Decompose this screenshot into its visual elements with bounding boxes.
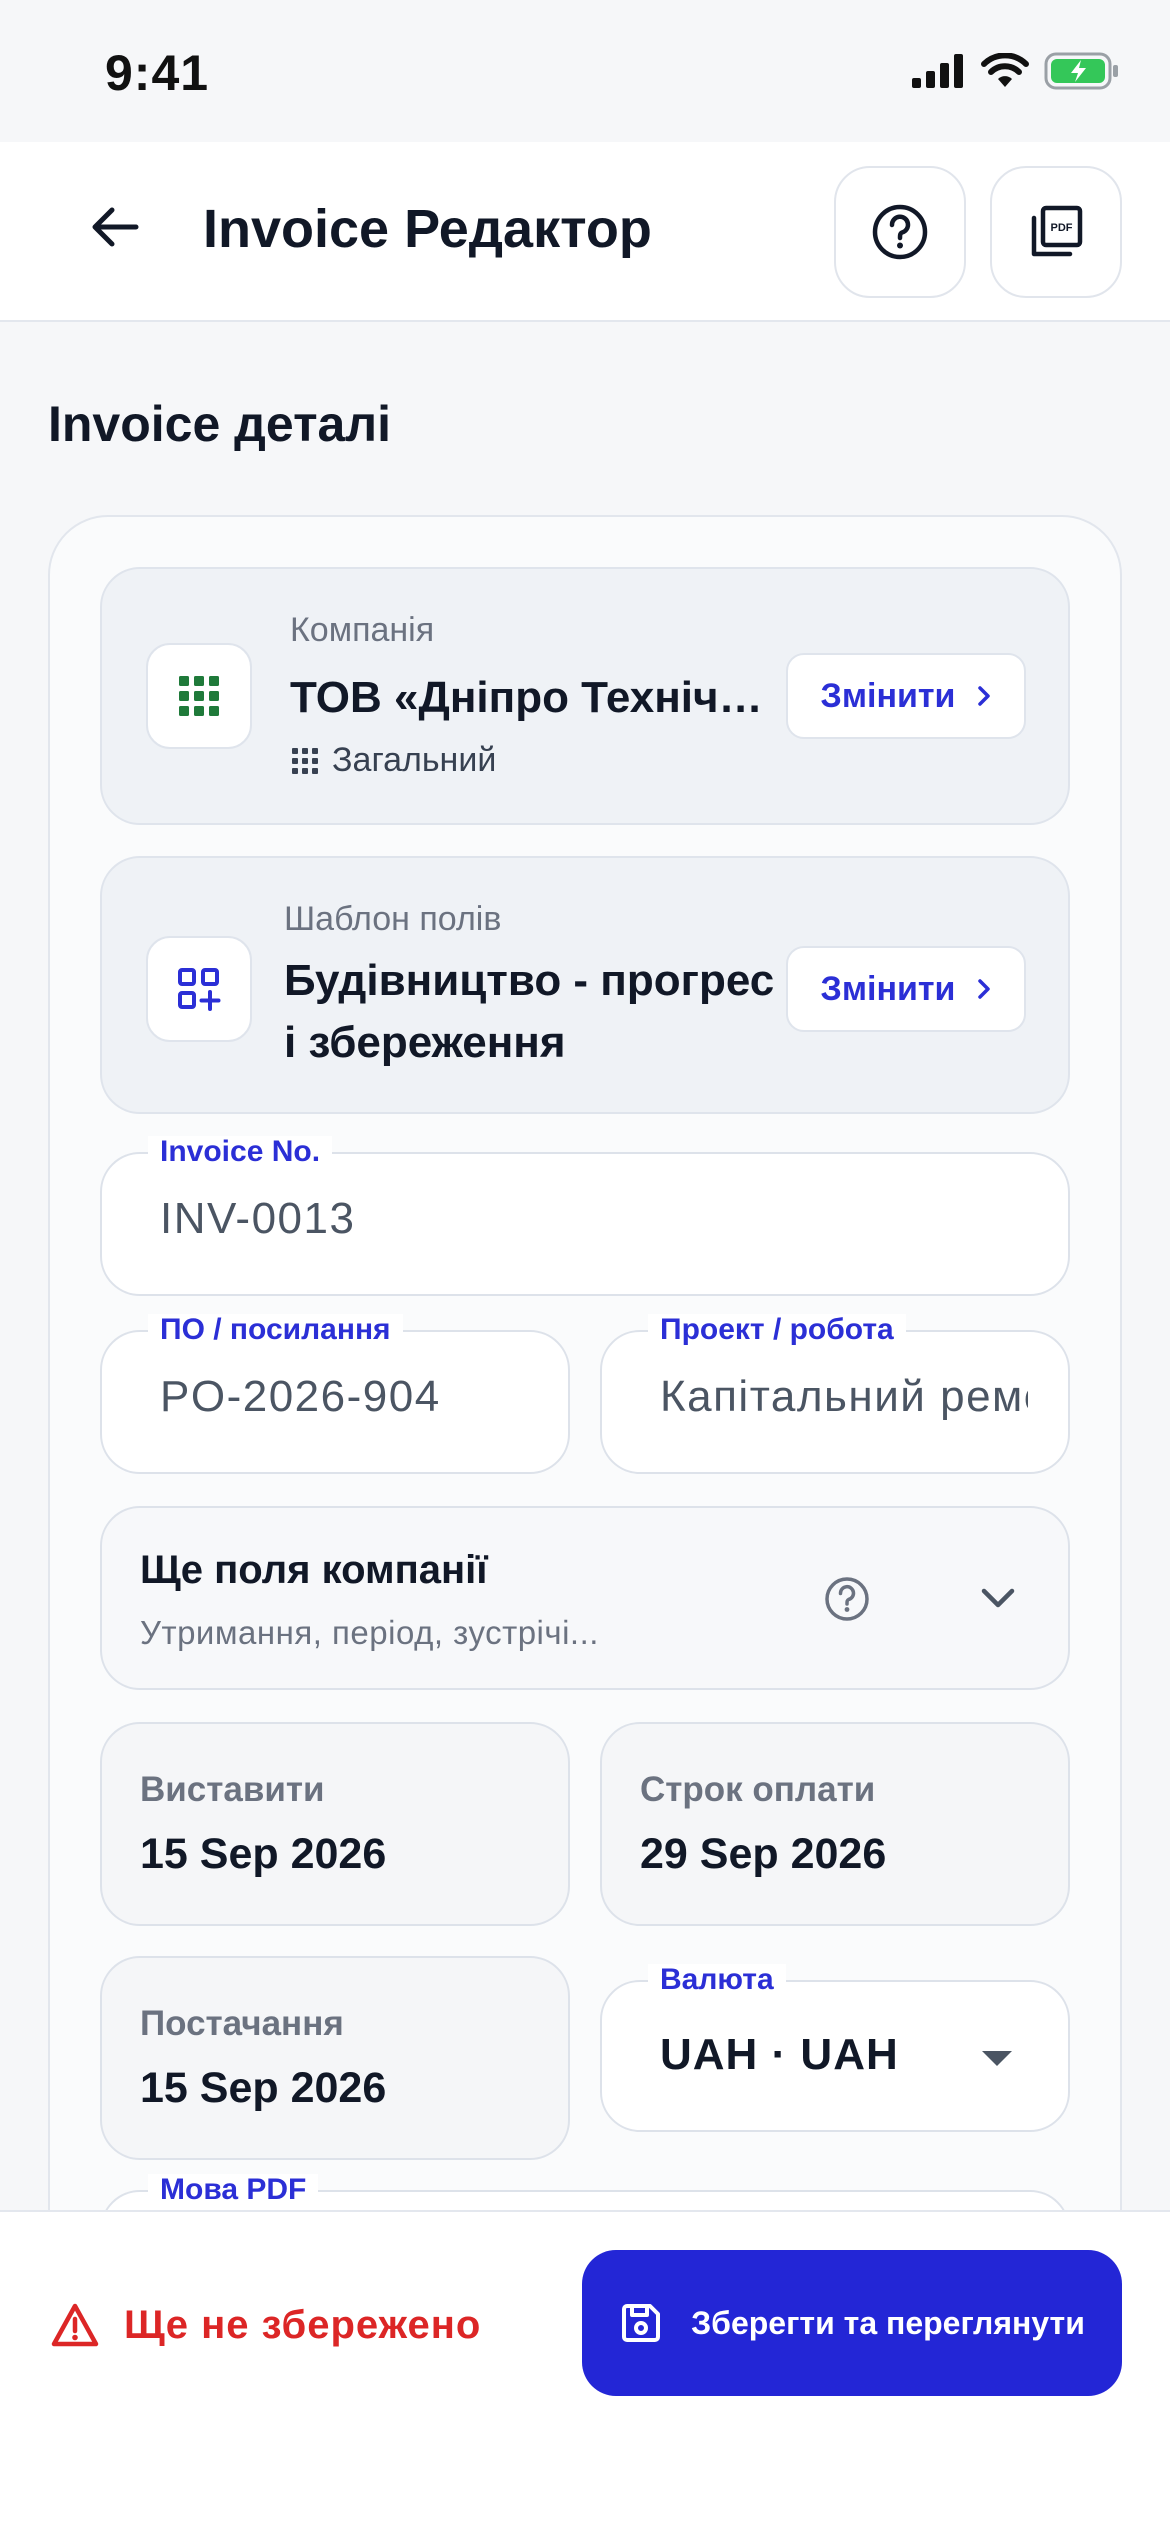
supply-date-label: Постачання xyxy=(140,2004,344,2043)
unsaved-indicator: Ще не збережено xyxy=(50,2302,481,2348)
help-button[interactable] xyxy=(834,166,966,298)
wifi-icon xyxy=(981,53,1029,87)
company-category-label: Загальний xyxy=(332,741,497,779)
status-icons xyxy=(912,52,1120,90)
section-title: Invoice деталі xyxy=(48,396,392,452)
building-grid-icon xyxy=(179,676,219,716)
company-selector: Компанія ТОВ «Дніпро Технічний Сервіс» З… xyxy=(100,567,1070,825)
project-field[interactable]: Проект / робота Капітальний ремонт xyxy=(600,1314,1070,1474)
page-title: Invoice Редактор xyxy=(203,199,652,259)
pdf-file-icon: PDF xyxy=(1031,205,1083,257)
help-circle-icon xyxy=(825,1577,869,1621)
more-fields-title: Ще поля компанії xyxy=(140,1548,488,1592)
change-company-label: Змінити xyxy=(820,676,956,715)
save-and-preview-label: Зберегти та переглянути xyxy=(691,2304,1085,2341)
issue-date-field[interactable]: Виставити 15 Sep 2026 xyxy=(100,1722,570,1926)
template-selector: Шаблон полів Будівництво - прогрес і збе… xyxy=(100,856,1070,1114)
supply-date-value: 15 Sep 2026 xyxy=(140,2064,387,2112)
add-grid-icon xyxy=(178,968,221,1011)
chevron-right-icon xyxy=(978,686,991,706)
more-company-fields-toggle[interactable]: Ще поля компанії Утримання, період, зуст… xyxy=(100,1506,1070,1690)
bottom-action-bar: Ще не збережено Зберегти та переглянути xyxy=(0,2210,1170,2532)
company-tile xyxy=(146,643,252,749)
save-and-preview-button[interactable]: Зберегти та переглянути xyxy=(582,2250,1122,2396)
svg-text:PDF: PDF xyxy=(1051,222,1073,234)
company-name: ТОВ «Дніпро Технічний Сервіс» xyxy=(290,673,770,722)
grid-dots-icon xyxy=(292,747,318,774)
issue-date-value: 15 Sep 2026 xyxy=(140,1830,387,1878)
change-template-button[interactable]: Змінити xyxy=(786,946,1026,1032)
issue-date-label: Виставити xyxy=(140,1770,325,1809)
back-button[interactable] xyxy=(80,192,150,262)
status-time: 9:41 xyxy=(105,45,210,101)
arrow-left-icon xyxy=(92,207,139,247)
more-fields-subtitle: Утримання, період, зустрічі... xyxy=(140,1614,599,1651)
status-bar: 9:41 xyxy=(0,0,1170,142)
change-template-label: Змінити xyxy=(820,969,956,1008)
cellular-signal-icon xyxy=(912,54,963,88)
due-date-label: Строк оплати xyxy=(640,1770,876,1809)
pdf-language-label: Мова PDF xyxy=(148,2174,319,2206)
help-circle-icon xyxy=(872,204,928,260)
project-value: Капітальний ремонт xyxy=(660,1372,1028,1421)
caret-down-icon xyxy=(982,2051,1012,2066)
chevron-down-icon xyxy=(976,1576,1020,1625)
chevron-right-icon xyxy=(978,979,991,999)
template-name: Будівництво - прогрес і збереження xyxy=(284,956,775,1067)
battery-charging-icon xyxy=(1044,52,1118,90)
save-floppy-icon xyxy=(622,2304,661,2342)
po-reference-label: ПО / посилання xyxy=(148,1314,403,1346)
due-date-value: 29 Sep 2026 xyxy=(640,1830,887,1878)
company-label: Компанія xyxy=(290,611,435,649)
pdf-button[interactable]: PDF xyxy=(990,166,1122,298)
po-reference-value: PO-2026-904 xyxy=(160,1372,441,1421)
due-date-field[interactable]: Строк оплати 29 Sep 2026 xyxy=(600,1722,1070,1926)
supply-date-field[interactable]: Постачання 15 Sep 2026 xyxy=(100,1956,570,2160)
currency-label: Валюта xyxy=(648,1964,786,1996)
template-label: Шаблон полів xyxy=(284,900,502,938)
company-category: Загальний xyxy=(292,741,496,780)
unsaved-text: Ще не збережено xyxy=(124,2302,482,2347)
invoice-number-label: Invoice No. xyxy=(148,1136,333,1168)
warning-triangle-icon xyxy=(51,2303,99,2347)
template-tile xyxy=(146,936,252,1042)
invoice-number-field[interactable]: Invoice No. INV-0013 xyxy=(100,1136,1070,1296)
more-fields-help-button[interactable] xyxy=(824,1576,870,1627)
currency-select[interactable]: Валюта UAH · UAH xyxy=(600,1964,1070,2132)
change-company-button[interactable]: Змінити xyxy=(786,653,1026,739)
currency-value: UAH · UAH xyxy=(660,2030,899,2079)
invoice-number-value: INV-0013 xyxy=(160,1194,356,1243)
po-reference-field[interactable]: ПО / посилання PO-2026-904 xyxy=(100,1314,570,1474)
project-label: Проект / робота xyxy=(648,1314,906,1346)
app-header: Invoice Редактор PDF xyxy=(0,142,1170,322)
